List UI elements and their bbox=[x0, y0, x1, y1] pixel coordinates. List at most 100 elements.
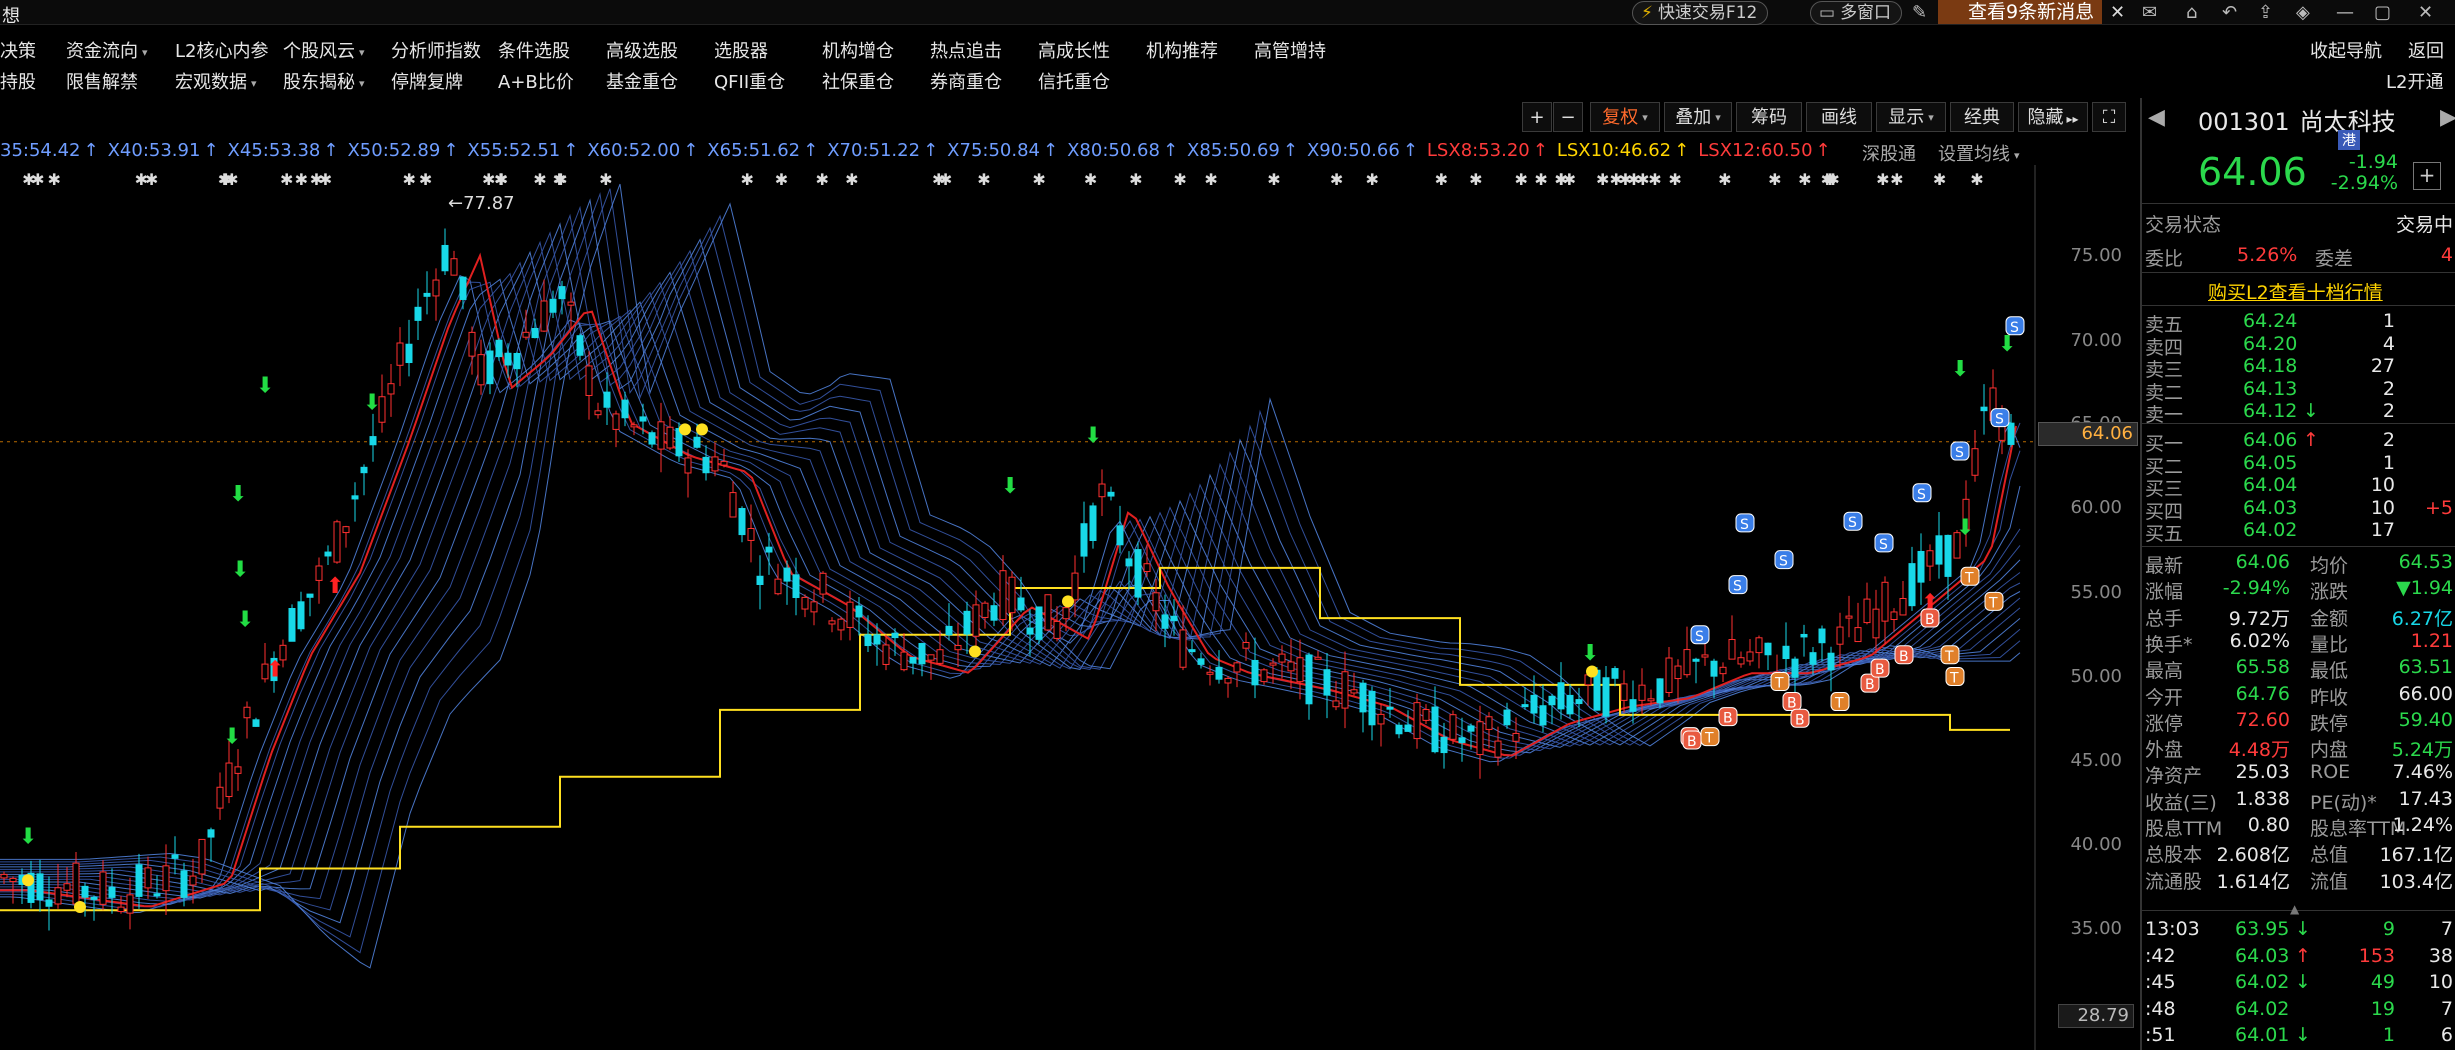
skin-icon[interactable]: ◈ bbox=[2296, 2, 2310, 23]
candle-body bbox=[477, 354, 485, 386]
hide-button[interactable]: 隐藏 ▸▸ bbox=[2018, 102, 2088, 132]
bid-row[interactable]: 买一 64.06 ↑ 2 bbox=[2145, 429, 2455, 455]
candle-body bbox=[1233, 662, 1241, 673]
candle-body bbox=[171, 854, 179, 859]
sell-signal-label: S bbox=[1848, 515, 1857, 531]
candle-body bbox=[621, 399, 629, 419]
messages-button[interactable]: 查看9条新消息 bbox=[1938, 0, 2103, 24]
expand-icon[interactable]: ⛶ bbox=[2092, 102, 2126, 132]
bid-row[interactable]: 买三 64.04 10 bbox=[2145, 474, 2455, 500]
candle-body bbox=[1575, 699, 1583, 705]
l2-open-link[interactable]: L2开通 bbox=[2386, 68, 2443, 94]
quick-trade-button[interactable]: ⚡ 快速交易F12 bbox=[1632, 1, 1769, 25]
candlestick-chart[interactable]: ✱✱ ✱ ✱ ✱✱✱ ✱✱ ✱✱✱ ✱✱ ✱✱ ✱✱✱ ✱✱ ✱✱✱ ✱✱ ✱ ✱ ✱✱✱ ✱ ✱✱✱ ✱ ✱✱ ✱✱… bbox=[0, 165, 2135, 1050]
signal-star-icon: ✱ bbox=[1129, 170, 1142, 189]
stats-row: 涨停 72.60 跌停 59.40 bbox=[2145, 708, 2453, 735]
candle-body bbox=[1719, 666, 1727, 675]
undo-icon[interactable]: ↶ bbox=[2222, 2, 2237, 23]
mail-icon[interactable]: ✉ bbox=[2142, 2, 2157, 23]
candle-body bbox=[1260, 669, 1268, 683]
zoom-in-button[interactable]: + bbox=[1522, 102, 1552, 132]
signal-star-icon: ✱ bbox=[295, 170, 308, 189]
buy-l2-link[interactable]: 购买L2查看十档行情 bbox=[2208, 278, 2383, 305]
collapse-arrow-icon[interactable]: ▲ bbox=[2290, 902, 2299, 916]
candle-body bbox=[1836, 626, 1844, 645]
menu-item-shareholders[interactable]: 股东揭秘 ▾ bbox=[283, 68, 365, 94]
menu-item-qfii-heavy[interactable]: QFII重仓 bbox=[714, 68, 785, 94]
multi-window-button[interactable]: ▭ 多窗口 bbox=[1810, 1, 1903, 25]
menu-item-broker-heavy[interactable]: 券商重仓 bbox=[930, 68, 1002, 94]
candle-body bbox=[1278, 653, 1286, 663]
menu-item-inst-add[interactable]: 机构增仓 bbox=[822, 37, 894, 63]
ask-row[interactable]: 卖三 64.18 27 bbox=[2145, 355, 2455, 381]
draw-button[interactable]: 画线 bbox=[1806, 102, 1872, 132]
ask-row[interactable]: 卖五 64.24 1 bbox=[2145, 310, 2455, 336]
ask-row[interactable]: 卖一 64.12 ↓ 2 bbox=[2145, 400, 2455, 426]
menu-item-social-heavy[interactable]: 社保重仓 bbox=[822, 68, 894, 94]
menu-item-analyst-index[interactable]: 分析师指数 bbox=[391, 37, 481, 63]
depth-connect-button[interactable]: 深股通 bbox=[1862, 140, 1916, 166]
menu-item-stock-news[interactable]: 个股风云 ▾ bbox=[283, 37, 365, 63]
candle-body bbox=[1692, 658, 1700, 662]
ask-row[interactable]: 卖四 64.20 4 bbox=[2145, 333, 2455, 359]
menu-item-high-growth[interactable]: 高成长性 bbox=[1038, 37, 1110, 63]
ma-legend-item: LSX10:46.62 bbox=[1556, 140, 1672, 161]
menu-item-ab-ratio[interactable]: A+B比价 bbox=[498, 68, 574, 94]
menu-item-trust-heavy[interactable]: 信托重仓 bbox=[1038, 68, 1110, 94]
back-button[interactable]: 返回 bbox=[2408, 37, 2444, 63]
home-icon[interactable]: ⌂ bbox=[2186, 2, 2197, 23]
menu-item-condition-select[interactable]: 条件选股 bbox=[498, 37, 570, 63]
close-icon[interactable]: ✕ bbox=[2418, 2, 2433, 23]
candle-body bbox=[1386, 706, 1394, 710]
candle-body bbox=[108, 886, 116, 898]
ask-row[interactable]: 卖二 64.13 2 bbox=[2145, 378, 2455, 404]
add-watchlist-button[interactable]: + bbox=[2413, 162, 2441, 190]
y-tick-label: 60.00 bbox=[2070, 497, 2122, 518]
menu-item-holdings[interactable]: 持股 bbox=[0, 68, 36, 94]
chips-button[interactable]: 筹码 bbox=[1736, 102, 1802, 132]
classic-button[interactable]: 经典 bbox=[1950, 102, 2014, 132]
maximize-icon[interactable]: ▢ bbox=[2374, 2, 2391, 23]
signal-star-icon: ✱ bbox=[599, 170, 612, 189]
ma-settings-button[interactable]: 设置均线 ▾ bbox=[1938, 140, 2020, 166]
candle-body bbox=[531, 327, 539, 339]
menu-item-exec-add[interactable]: 高管增持 bbox=[1254, 37, 1326, 63]
close-message-icon[interactable]: ✕ bbox=[2110, 2, 2125, 23]
signal-star-icon: ✱ bbox=[403, 170, 416, 189]
next-stock-icon[interactable]: ▶ bbox=[2440, 105, 2455, 130]
minimize-icon[interactable]: — bbox=[2336, 2, 2354, 23]
menu-item-fund-heavy[interactable]: 基金重仓 bbox=[606, 68, 678, 94]
menu-item-suspension[interactable]: 停牌复牌 bbox=[391, 68, 463, 94]
pin-icon[interactable]: ⇪ bbox=[2258, 2, 2273, 23]
menu-item-inst-recommend[interactable]: 机构推荐 bbox=[1146, 37, 1218, 63]
bid-row[interactable]: 买四 64.03 10 +5 bbox=[2145, 497, 2455, 523]
prev-stock-icon[interactable]: ◀ bbox=[2148, 105, 2165, 130]
menu-item-unlock[interactable]: 限售解禁 bbox=[66, 68, 138, 94]
green-arrow-icon: ⬇ bbox=[19, 825, 37, 850]
signal-star-icon: ✱ bbox=[845, 170, 858, 189]
menu-item-capital-flow[interactable]: 资金流向 ▾ bbox=[66, 37, 148, 63]
menu-item-hot-chase[interactable]: 热点追击 bbox=[930, 37, 1002, 63]
candle-body bbox=[1080, 523, 1088, 557]
candle-body bbox=[1413, 702, 1421, 740]
stats-row: 换手* 6.02% 量比 1.21 bbox=[2145, 629, 2453, 656]
menu-item-selector[interactable]: 选股器 bbox=[714, 37, 768, 63]
green-arrow-icon: ⬇ bbox=[1581, 641, 1599, 666]
zoom-out-button[interactable]: − bbox=[1553, 102, 1583, 132]
edit-icon[interactable]: ✎ bbox=[1912, 2, 1927, 23]
menu-item-l2-insight[interactable]: L2核心内参 bbox=[175, 37, 268, 63]
collapse-nav-button[interactable]: 收起导航 bbox=[2310, 37, 2382, 63]
candle-body bbox=[1881, 581, 1889, 622]
signal-star-icon: ✱ bbox=[1798, 170, 1811, 189]
candle-body bbox=[603, 391, 611, 408]
menu-item-advanced-select[interactable]: 高级选股 bbox=[606, 37, 678, 63]
adjust-button[interactable]: 复权 ▾ bbox=[1590, 102, 1660, 132]
candle-body bbox=[1314, 656, 1322, 660]
menu-item-decision[interactable]: 决策 bbox=[0, 37, 36, 63]
overlay-button[interactable]: 叠加 ▾ bbox=[1664, 102, 1732, 132]
menu-item-macro[interactable]: 宏观数据 ▾ bbox=[175, 68, 257, 94]
candle-body bbox=[324, 551, 332, 557]
bid-row[interactable]: 买二 64.05 1 bbox=[2145, 452, 2455, 478]
bid-row[interactable]: 买五 64.02 17 bbox=[2145, 519, 2455, 545]
display-button[interactable]: 显示 ▾ bbox=[1876, 102, 1946, 132]
